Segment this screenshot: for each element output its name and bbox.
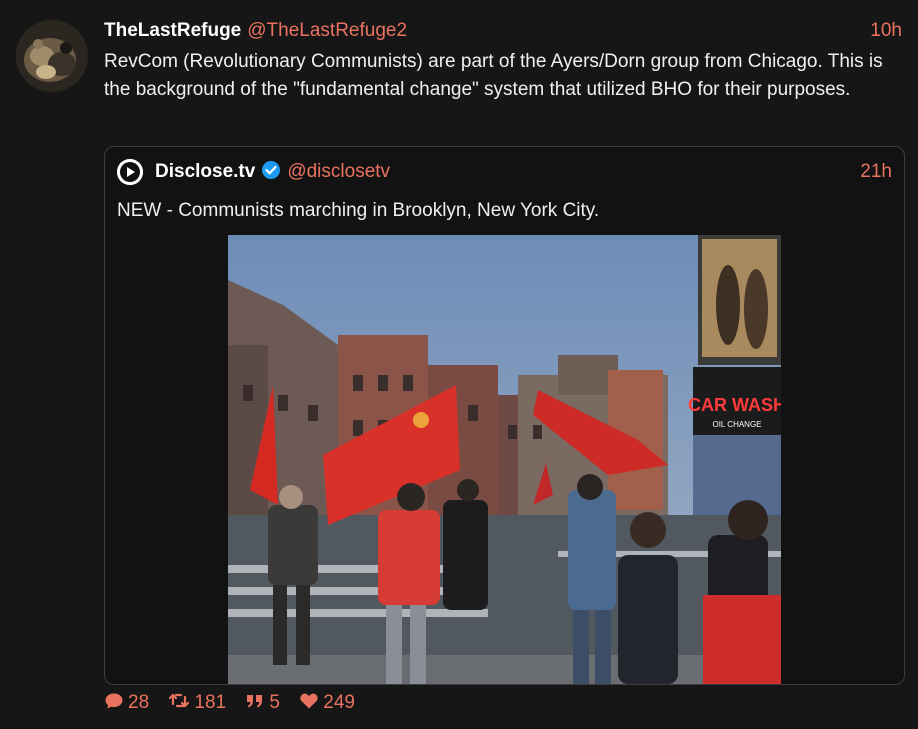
- post-header: TheLastRefuge @TheLastRefuge2 10h: [104, 19, 902, 43]
- post: TheLastRefuge @TheLastRefuge2 10h RevCom …: [0, 0, 918, 729]
- like-count: 249: [323, 692, 355, 713]
- quoted-author-name[interactable]: Disclose.tv: [155, 161, 255, 182]
- author-name[interactable]: TheLastRefuge: [104, 20, 241, 41]
- quoted-post-time[interactable]: 21h: [860, 159, 892, 185]
- disclose-logo-icon: [117, 159, 143, 185]
- reply-icon: [105, 693, 123, 709]
- march-photo: CAR WASH OIL CHANGE: [228, 235, 781, 684]
- quote-count: 5: [269, 692, 280, 713]
- quoted-author-handle[interactable]: @disclosetv: [287, 161, 390, 182]
- repost-count: 181: [194, 692, 227, 713]
- billboard-oil-change-text: OIL CHANGE: [712, 420, 761, 429]
- author-avatar[interactable]: [16, 20, 88, 92]
- post-time[interactable]: 10h: [870, 19, 902, 43]
- quoted-post-header: Disclose.tv @disclosetv 21h: [117, 159, 892, 185]
- repost-icon: [169, 693, 190, 708]
- quoted-author-avatar[interactable]: [117, 159, 143, 185]
- reply-count: 28: [128, 692, 150, 713]
- quoted-post[interactable]: Disclose.tv @disclosetv 21h NEW - Commun…: [104, 146, 905, 685]
- avatar-image: [16, 20, 88, 92]
- quote-button[interactable]: 5: [245, 690, 280, 716]
- billboard-car-wash-text: CAR WASH: [688, 395, 781, 415]
- quoted-post-text: NEW - Communists marching in Brooklyn, N…: [117, 200, 600, 221]
- heart-icon: [300, 693, 318, 709]
- reply-button[interactable]: 28: [104, 690, 149, 716]
- quoted-author-name-group: Disclose.tv @disclosetv: [155, 159, 390, 185]
- action-bar: 28 181 5 249: [104, 690, 369, 716]
- author-handle[interactable]: @TheLastRefuge2: [247, 20, 407, 41]
- like-button[interactable]: 249: [299, 690, 355, 716]
- quoted-post-media[interactable]: CAR WASH OIL CHANGE: [228, 235, 781, 684]
- quote-icon: [247, 695, 263, 708]
- post-text: RevCom (Revolutionary Communists) are pa…: [104, 51, 883, 100]
- repost-button[interactable]: 181: [168, 690, 226, 716]
- verified-badge-icon: [262, 161, 281, 179]
